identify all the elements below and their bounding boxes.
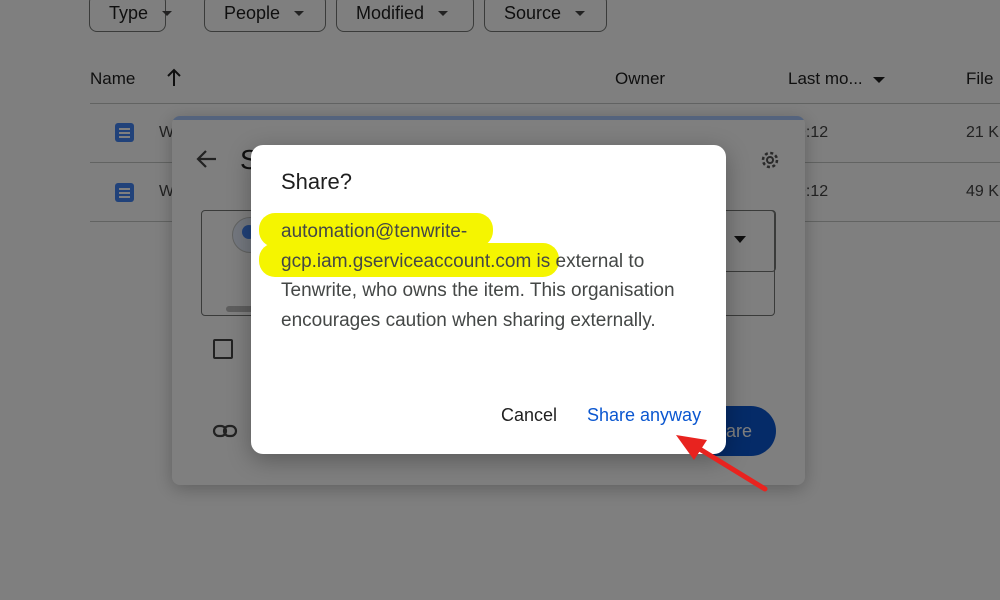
external-email: automation@tenwrite- <box>281 221 468 242</box>
dialog-title: Share? <box>281 169 352 194</box>
dialog-message: automation@tenwrite- gcp.iam.gserviceacc… <box>281 217 701 336</box>
share-anyway-button[interactable]: Share anyway <box>587 405 701 426</box>
external-email-domain: gcp.iam.gserviceaccount.com <box>281 250 532 272</box>
cancel-button[interactable]: Cancel <box>501 405 557 426</box>
share-confirm-dialog: Share? automation@tenwrite- gcp.iam.gser… <box>251 145 726 454</box>
